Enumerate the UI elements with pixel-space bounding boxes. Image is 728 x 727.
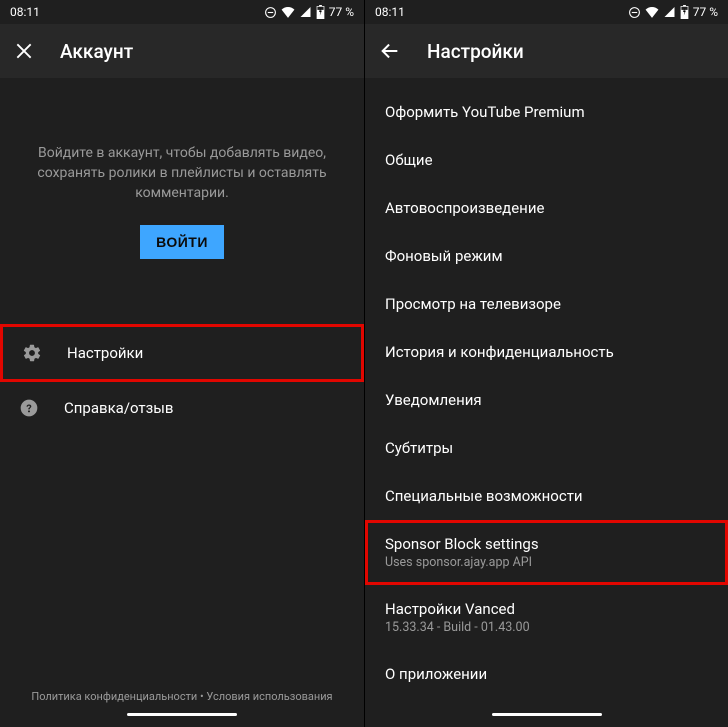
settings-item[interactable]: Субтитры <box>365 424 728 472</box>
settings-item[interactable]: Общие <box>365 136 728 184</box>
settings-item-label: Оформить YouTube Premium <box>385 103 708 121</box>
content-area: Оформить YouTube Premium Общие Автовоспрои… <box>365 78 728 709</box>
status-bar: 08:11 77 % <box>365 0 728 24</box>
settings-item-label: О приложении <box>385 665 708 683</box>
content-area: Войдите в аккаунт, чтобы добавлять видео… <box>0 78 364 709</box>
settings-item[interactable]: Sponsor Block settings Uses sponsor.ajay.… <box>365 520 728 585</box>
menu-item-help[interactable]: Справка/отзыв <box>0 382 364 434</box>
gear-icon <box>21 343 43 363</box>
menu-label: Настройки <box>67 344 143 362</box>
status-time: 08:11 <box>375 5 405 19</box>
settings-item[interactable]: Уведомления <box>365 376 728 424</box>
settings-item[interactable]: Фоновый режим <box>365 232 728 280</box>
signin-prompt: Войдите в аккаунт, чтобы добавлять видео… <box>0 78 364 324</box>
nav-bar <box>365 709 728 727</box>
help-icon <box>18 398 40 418</box>
back-icon[interactable] <box>379 40 401 62</box>
signin-message: Войдите в аккаунт, чтобы добавлять видео… <box>32 143 332 204</box>
settings-item[interactable]: Оформить YouTube Premium <box>365 88 728 136</box>
dnd-icon <box>628 6 641 19</box>
settings-item-label: Общие <box>385 151 708 169</box>
signal-icon <box>299 6 312 18</box>
settings-item[interactable]: Специальные возможности <box>365 472 728 520</box>
app-bar: Настройки <box>365 24 728 78</box>
status-battery: 77 % <box>329 5 354 19</box>
settings-item-label: Настройки Vanced <box>385 600 708 618</box>
terms-link[interactable]: Условия использования <box>206 690 332 703</box>
signin-button[interactable]: ВОЙТИ <box>140 225 224 259</box>
signal-icon <box>663 6 676 18</box>
phone-right: 08:11 77 % Настройки Оформить YouTube Pr… <box>364 0 728 727</box>
status-time: 08:11 <box>10 5 40 19</box>
nav-bar <box>0 709 364 727</box>
phone-left: 08:11 77 % Аккаунт Войдите в аккаунт, чт… <box>0 0 364 727</box>
menu-label: Справка/отзыв <box>64 399 173 417</box>
settings-item-sub: Uses sponsor.ajay.app API <box>385 555 708 570</box>
close-icon[interactable] <box>14 41 34 61</box>
battery-icon <box>316 5 325 19</box>
page-title: Настройки <box>427 40 524 63</box>
status-icons: 77 % <box>264 5 354 19</box>
wifi-icon <box>645 6 659 18</box>
legal-footer: Политика конфиденциальности • Условия ис… <box>0 680 364 709</box>
settings-item-label: Фоновый режим <box>385 247 708 265</box>
app-bar: Аккаунт <box>0 24 364 78</box>
home-handle[interactable] <box>492 713 602 716</box>
settings-item-sub: 15.33.34 - Build - 01.43.00 <box>385 620 708 635</box>
settings-item[interactable]: История и конфиденциальность <box>365 328 728 376</box>
settings-item-label: Sponsor Block settings <box>385 535 708 553</box>
settings-item[interactable]: Просмотр на телевизоре <box>365 280 728 328</box>
settings-list: Оформить YouTube Premium Общие Автовоспрои… <box>365 78 728 698</box>
settings-item[interactable]: Автовоспроизведение <box>365 184 728 232</box>
settings-item-label: Уведомления <box>385 391 708 409</box>
wifi-icon <box>281 6 295 18</box>
status-icons: 77 % <box>628 5 718 19</box>
dnd-icon <box>264 6 277 19</box>
account-menu: Настройки Справка/отзыв <box>0 324 364 434</box>
status-battery: 77 % <box>693 5 718 19</box>
settings-item-label: История и конфиденциальность <box>385 343 708 361</box>
settings-item-label: Просмотр на телевизоре <box>385 295 708 313</box>
battery-icon <box>680 5 689 19</box>
page-title: Аккаунт <box>60 40 133 63</box>
settings-item[interactable]: О приложении <box>365 650 728 698</box>
status-bar: 08:11 77 % <box>0 0 364 24</box>
settings-item-label: Автовоспроизведение <box>385 199 708 217</box>
settings-item-label: Специальные возможности <box>385 487 708 505</box>
menu-item-settings[interactable]: Настройки <box>0 324 364 382</box>
settings-item[interactable]: Настройки Vanced 15.33.34 - Build - 01.43… <box>365 585 728 650</box>
home-handle[interactable] <box>127 713 237 716</box>
privacy-link[interactable]: Политика конфиденциальности <box>31 690 197 703</box>
settings-item-label: Субтитры <box>385 439 708 457</box>
